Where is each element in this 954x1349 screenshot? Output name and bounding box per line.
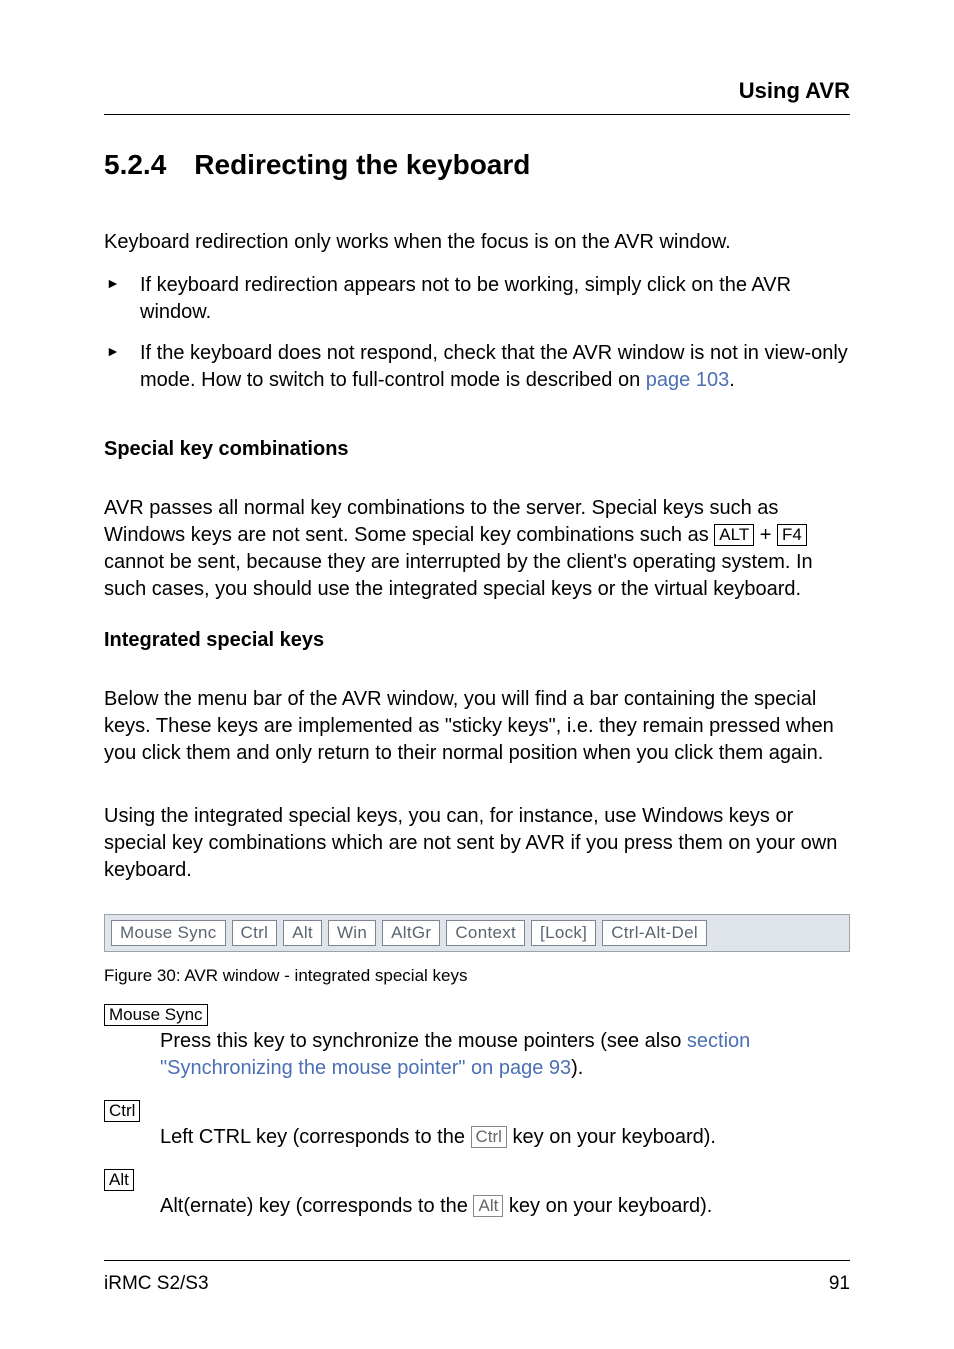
bullet-text: If the keyboard does not respond, check … bbox=[140, 342, 848, 391]
keybar-ctrl-alt-del-button[interactable]: Ctrl-Alt-Del bbox=[602, 920, 707, 946]
keycap-f4: F4 bbox=[777, 524, 807, 546]
bullet-text: If keyboard redirection appears not to b… bbox=[140, 274, 791, 323]
keycap-ctrl: Ctrl bbox=[104, 1100, 140, 1122]
def-alt: Alt Alt(ernate) key (corresponds to the … bbox=[104, 1169, 850, 1230]
text: Alt(ernate) key (corresponds to the bbox=[160, 1195, 473, 1217]
def-desc: Alt(ernate) key (corresponds to the Alt … bbox=[160, 1193, 850, 1220]
def-ctrl: Ctrl Left CTRL key (corresponds to the C… bbox=[104, 1100, 850, 1161]
intro-paragraph: Keyboard redirection only works when the… bbox=[104, 229, 850, 256]
page: Using AVR 5.2.4Redirecting the keyboard … bbox=[0, 0, 954, 1349]
def-term: Mouse Sync bbox=[104, 1004, 850, 1026]
integrated-para1: Below the menu bar of the AVR window, yo… bbox=[104, 686, 850, 767]
page-footer: iRMC S2/S3 91 bbox=[104, 1260, 850, 1295]
bullet-item: If the keyboard does not respond, check … bbox=[104, 340, 850, 394]
def-term: Alt bbox=[104, 1169, 850, 1191]
special-combos-paragraph: AVR passes all normal key combinations t… bbox=[104, 495, 850, 603]
special-keys-bar: Mouse Sync Ctrl Alt Win AltGr Context [L… bbox=[104, 914, 850, 952]
def-desc: Press this key to synchronize the mouse … bbox=[160, 1028, 850, 1082]
subheading-integrated-keys: Integrated special keys bbox=[104, 629, 850, 652]
def-desc: Left CTRL key (corresponds to the Ctrl k… bbox=[160, 1124, 850, 1151]
text: cannot be sent, because they are interru… bbox=[104, 551, 813, 600]
def-term: Ctrl bbox=[104, 1100, 850, 1122]
keybar-figure: Mouse Sync Ctrl Alt Win AltGr Context [L… bbox=[104, 914, 850, 952]
bullet-list: If keyboard redirection appears not to b… bbox=[104, 272, 850, 408]
keycap-ctrl-inline: Ctrl bbox=[471, 1126, 507, 1148]
header-title: Using AVR bbox=[739, 78, 850, 103]
section-number: 5.2.4 bbox=[104, 149, 166, 181]
text: AVR passes all normal key combinations t… bbox=[104, 497, 778, 546]
keybar-alt-button[interactable]: Alt bbox=[283, 920, 322, 946]
section-title-text: Redirecting the keyboard bbox=[194, 149, 530, 180]
footer-page-number: 91 bbox=[829, 1273, 850, 1295]
integrated-para2: Using the integrated special keys, you c… bbox=[104, 803, 850, 884]
keybar-altgr-button[interactable]: AltGr bbox=[382, 920, 440, 946]
text: + bbox=[754, 524, 777, 546]
section-heading: 5.2.4 Redirecting the keyboard bbox=[104, 149, 850, 181]
keybar-context-button[interactable]: Context bbox=[446, 920, 525, 946]
keycap-mouse-sync: Mouse Sync bbox=[104, 1004, 208, 1026]
footer-left: iRMC S2/S3 bbox=[104, 1273, 209, 1295]
text: key on your keyboard). bbox=[503, 1195, 712, 1217]
keybar-lock-button[interactable]: [Lock] bbox=[531, 920, 596, 946]
text: Left CTRL key (corresponds to the bbox=[160, 1126, 471, 1148]
subheading-special-combos: Special key combinations bbox=[104, 438, 850, 461]
text: Press this key to synchronize the mouse … bbox=[160, 1030, 687, 1052]
def-mouse-sync: Mouse Sync Press this key to synchronize… bbox=[104, 1004, 850, 1092]
figure-caption: Figure 30: AVR window - integrated speci… bbox=[104, 966, 850, 986]
keycap-alt: Alt bbox=[104, 1169, 134, 1191]
keycap-alt-inline: Alt bbox=[473, 1195, 503, 1217]
keycap-alt: ALT bbox=[714, 524, 754, 546]
keybar-mouse-sync-button[interactable]: Mouse Sync bbox=[111, 920, 226, 946]
keybar-ctrl-button[interactable]: Ctrl bbox=[232, 920, 278, 946]
bullet-text: . bbox=[729, 369, 735, 391]
keybar-win-button[interactable]: Win bbox=[328, 920, 376, 946]
text: key on your keyboard). bbox=[507, 1126, 716, 1148]
bullet-item: If keyboard redirection appears not to b… bbox=[104, 272, 850, 326]
text: ). bbox=[571, 1057, 583, 1079]
page-link[interactable]: page 103 bbox=[646, 369, 729, 391]
page-header: Using AVR bbox=[104, 78, 850, 115]
